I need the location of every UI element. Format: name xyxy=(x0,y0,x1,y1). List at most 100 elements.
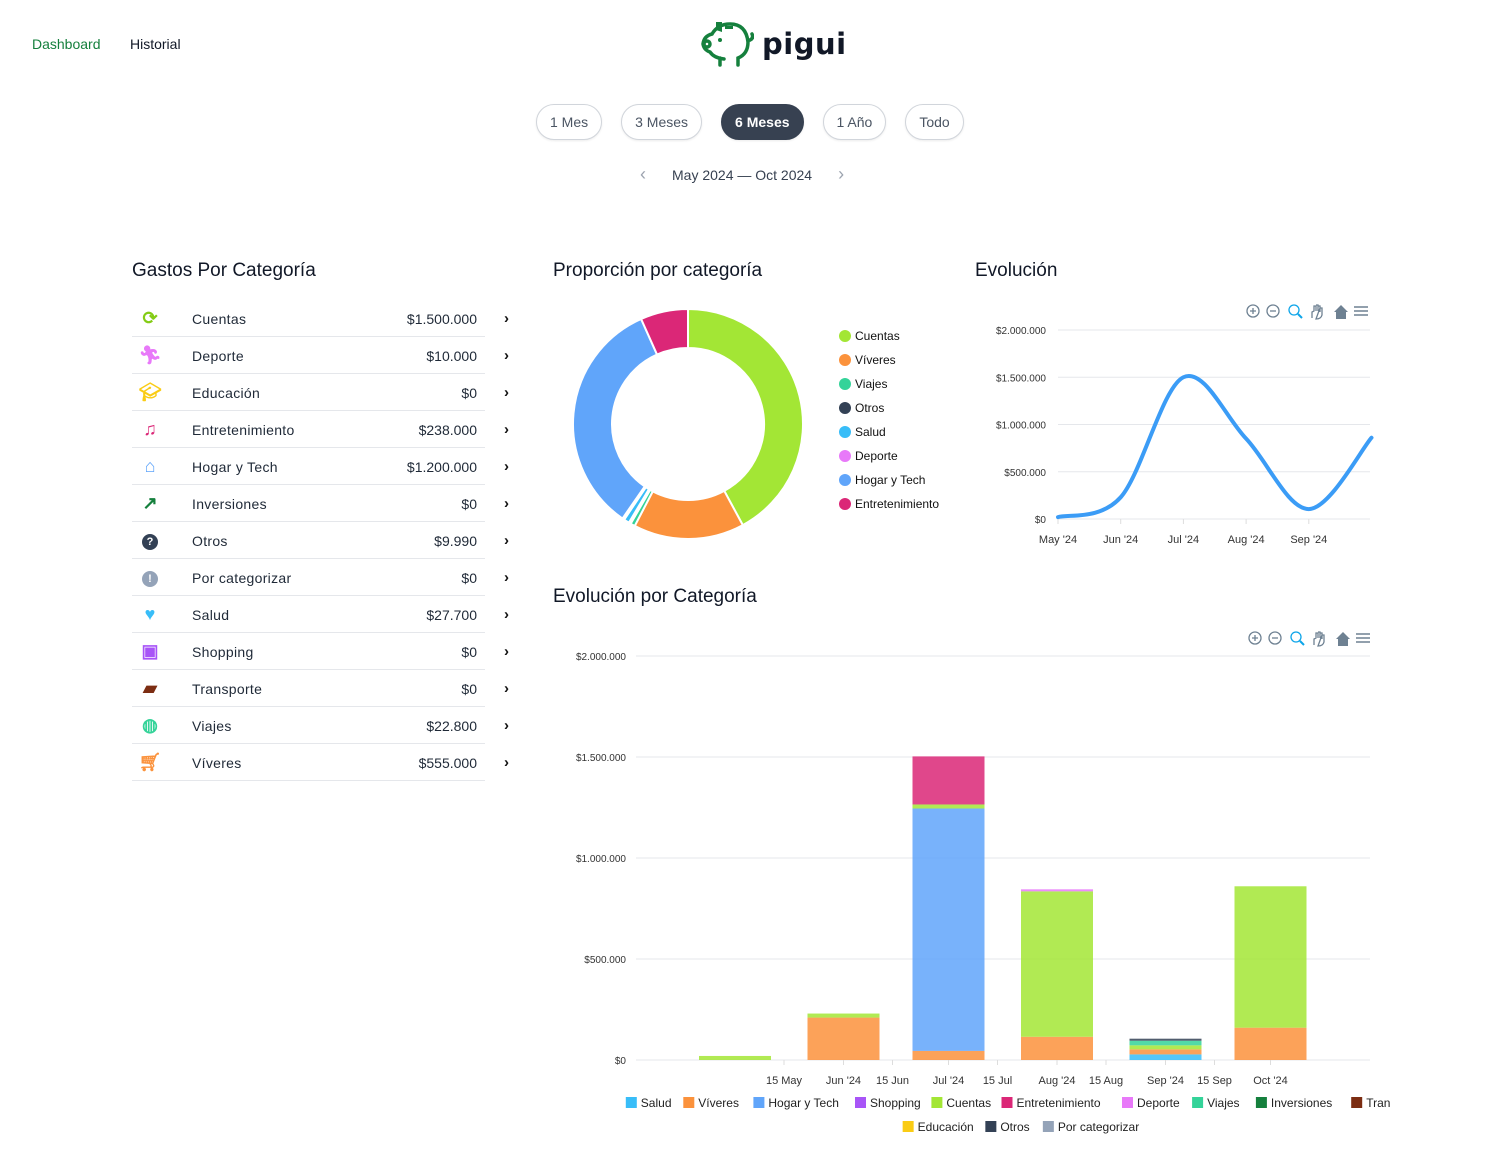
category-row[interactable]: ◍ Viajes $22.800 › xyxy=(132,707,517,744)
series-line xyxy=(1056,374,1374,520)
category-list: ⟳ Cuentas $1.500.000 › 🏃︎ Deporte $10.000… xyxy=(132,300,517,781)
bar-segment-víveres xyxy=(1021,1036,1093,1060)
chevron-right-icon[interactable]: › xyxy=(504,347,509,364)
category-row[interactable]: ♫ Entretenimiento $238.000 › xyxy=(132,411,517,448)
trending-up-icon: ↗ xyxy=(142,493,158,513)
bar-segment-cuentas xyxy=(1234,886,1307,1028)
refresh-icon: ⟳ xyxy=(142,308,158,328)
category-amount: $10.000 xyxy=(426,347,477,364)
reset-home-icon[interactable] xyxy=(1336,632,1350,646)
x-tick-label: Aug '24 xyxy=(1228,534,1265,546)
x-tick-label: Jun '24 xyxy=(1103,534,1138,546)
chevron-right-icon[interactable]: › xyxy=(504,532,509,549)
chevron-right-icon[interactable]: › xyxy=(504,754,509,771)
category-name: Víveres xyxy=(192,754,242,771)
menu-icon[interactable] xyxy=(1354,306,1368,316)
category-amount: $0 xyxy=(461,643,477,660)
x-tick-label: Sep '24 xyxy=(1290,534,1327,546)
category-row[interactable]: ⟳ Cuentas $1.500.000 › xyxy=(132,300,517,337)
chevron-right-icon[interactable]: › xyxy=(504,421,509,438)
graduation-cap-icon: 🎓︎ xyxy=(138,382,162,402)
category-row[interactable]: ▣ Shopping $0 › xyxy=(132,633,517,670)
donut-slice-cuentas xyxy=(687,307,804,527)
chevron-right-icon[interactable]: › xyxy=(504,680,509,697)
category-row[interactable]: 🏃︎ Deporte $10.000 › xyxy=(132,337,517,374)
zoom-in-plus[interactable] xyxy=(1250,308,1256,314)
chevron-left-icon[interactable]: ‹ xyxy=(640,164,646,185)
legend-label: Cuentas xyxy=(855,329,900,343)
bar-segment-víveres xyxy=(1234,1027,1307,1060)
legend-marker xyxy=(683,1097,695,1108)
chevron-right-icon[interactable]: › xyxy=(504,569,509,586)
nav-historial[interactable]: Historial xyxy=(130,36,181,52)
chevron-right-icon[interactable]: › xyxy=(504,606,509,623)
chevron-right-icon[interactable]: › xyxy=(504,310,509,327)
date-range-label: May 2024 — Oct 2024 xyxy=(672,166,813,183)
chevron-right-icon[interactable]: › xyxy=(504,717,509,734)
donut-slice-víveres xyxy=(633,489,745,540)
category-row[interactable]: 🛒︎ Víveres $555.000 › xyxy=(132,744,517,781)
legend-marker xyxy=(839,354,851,366)
y-tick-label: $0 xyxy=(1035,515,1047,526)
period-1-mes[interactable]: 1 Mes xyxy=(536,104,603,140)
legend-marker xyxy=(931,1097,943,1108)
evolucion-title: Evolución xyxy=(975,260,1058,281)
chevron-right-icon[interactable]: › xyxy=(504,458,509,475)
legend-marker xyxy=(839,330,851,342)
period-todo[interactable]: Todo xyxy=(905,104,964,140)
menu-icon[interactable] xyxy=(1356,633,1370,643)
legend-marker xyxy=(1351,1097,1363,1108)
running-icon: 🏃︎ xyxy=(138,345,162,365)
category-name: Otros xyxy=(192,532,228,549)
selection-zoom-handle[interactable] xyxy=(1299,640,1305,646)
chevron-right-icon[interactable]: › xyxy=(504,643,509,660)
period-6-meses[interactable]: 6 Meses xyxy=(721,104,804,140)
chart-toolbar xyxy=(1246,304,1368,320)
legend-label: Por categorizar xyxy=(1058,1120,1139,1134)
heart-icon: ♥ xyxy=(144,604,156,624)
category-row[interactable]: ▰ Transporte $0 › xyxy=(132,670,517,707)
music-note-icon: ♫ xyxy=(143,419,157,439)
category-row[interactable]: ⌂ Hogar y Tech $1.200.000 › xyxy=(132,448,517,485)
category-row[interactable]: ♥ Salud $27.700 › xyxy=(132,596,517,633)
legend-label: Viajes xyxy=(855,377,887,391)
category-row[interactable]: 🎓︎ Educación $0 › xyxy=(132,374,517,411)
category-row[interactable]: ! Por categorizar $0 › xyxy=(132,559,517,596)
category-row[interactable]: ? Otros $9.990 › xyxy=(132,522,517,559)
legend-marker xyxy=(855,1097,866,1108)
piggy-bank-icon xyxy=(701,22,754,67)
cart-icon: 🛒︎ xyxy=(138,752,162,772)
category-amount: $1.500.000 xyxy=(406,310,477,327)
home-icon: ⌂ xyxy=(144,456,156,476)
chevron-right-icon[interactable]: › xyxy=(504,495,509,512)
legend-label: Entretenimiento xyxy=(1017,1096,1101,1110)
nav-dashboard[interactable]: Dashboard xyxy=(32,36,101,52)
zoom-in-plus[interactable] xyxy=(1252,635,1258,641)
x-tick-label: Jul '24 xyxy=(1168,534,1199,546)
chevron-right-icon[interactable]: › xyxy=(504,384,509,401)
legend-label: Cuentas xyxy=(946,1096,991,1110)
category-row[interactable]: ↗ Inversiones $0 › xyxy=(132,485,517,522)
logo-text: pigui xyxy=(762,27,847,61)
selection-zoom-icon[interactable] xyxy=(1288,304,1300,316)
category-name: Hogar y Tech xyxy=(192,458,278,475)
x-tick-label: Sep '24 xyxy=(1147,1075,1184,1087)
legend-label: Deporte xyxy=(1137,1096,1180,1110)
category-name: Viajes xyxy=(192,717,232,734)
legend-marker xyxy=(753,1097,765,1108)
x-tick-label: 15 Sep xyxy=(1197,1075,1232,1087)
truck-icon: ▰ xyxy=(143,678,157,698)
category-amount: $0 xyxy=(461,495,477,512)
chevron-right-icon[interactable]: › xyxy=(838,164,844,185)
period-1-ano[interactable]: 1 Año xyxy=(822,104,887,140)
x-tick-label: Aug '24 xyxy=(1039,1075,1076,1087)
pan-icon[interactable] xyxy=(1311,304,1323,320)
period-3-meses[interactable]: 3 Meses xyxy=(621,104,703,140)
evolution-line-chart: $0 $500.000 $1.000.000 $1.500.000 $2.000.000… xyxy=(996,304,1374,546)
reset-home-icon[interactable] xyxy=(1334,305,1348,319)
selection-zoom-icon[interactable] xyxy=(1290,631,1302,643)
pan-icon[interactable] xyxy=(1313,631,1325,647)
selection-zoom-handle[interactable] xyxy=(1297,313,1303,319)
donut-chart: Cuentas Víveres Viajes Otros Salud Deporte Hog… xyxy=(572,307,939,540)
row-divider xyxy=(132,780,485,781)
